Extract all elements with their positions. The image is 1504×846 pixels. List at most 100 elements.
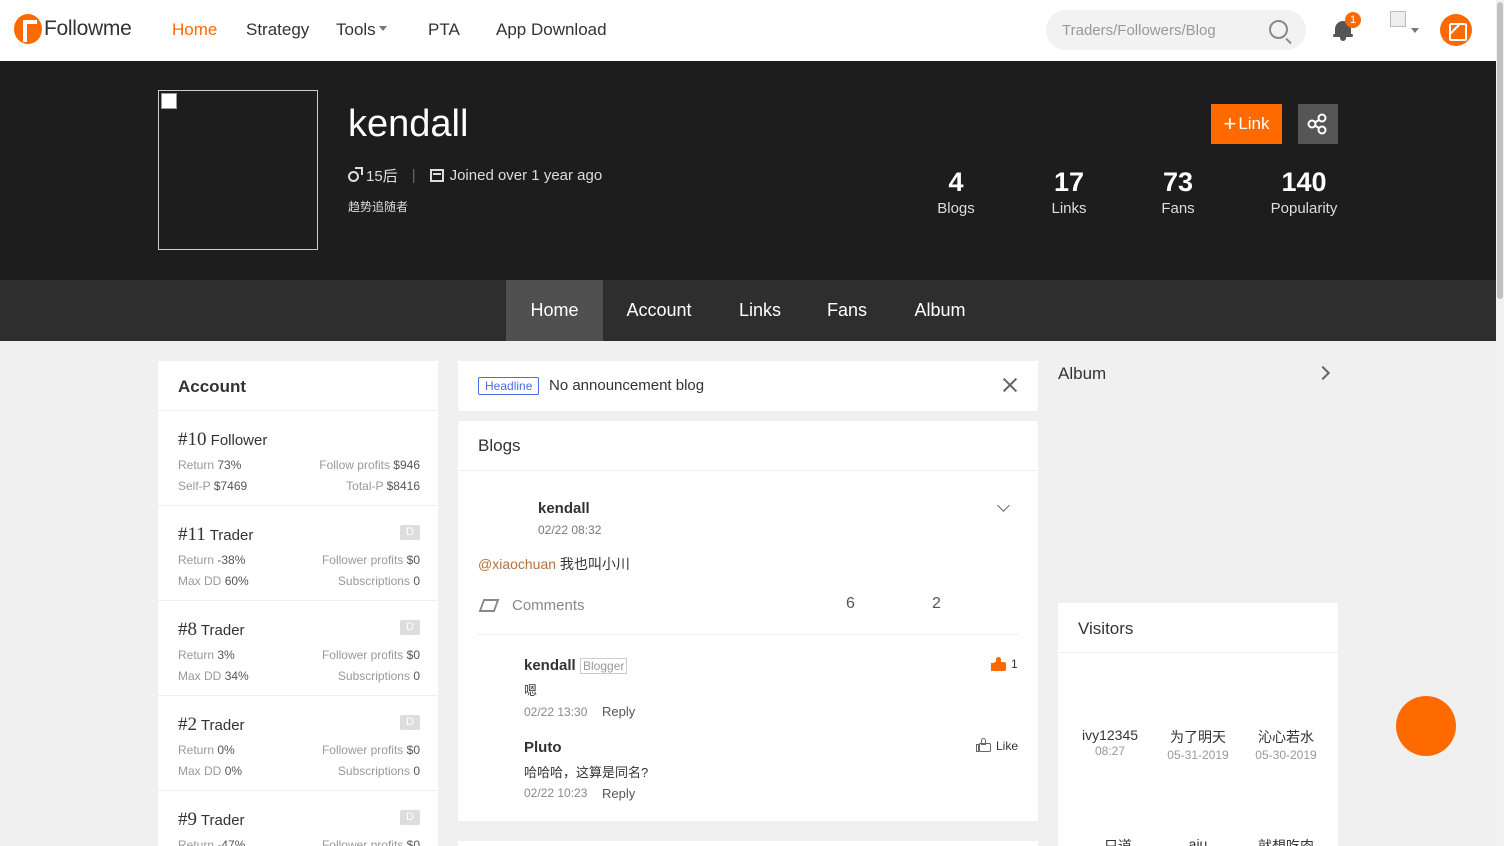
stat-fans[interactable]: 73 Fans (1148, 166, 1208, 217)
comments-label[interactable]: Comments (512, 597, 585, 614)
label: Max DD (178, 669, 222, 683)
demo-badge: D (400, 620, 420, 635)
visitor-item[interactable]: ivy12345 08:27 (1065, 727, 1155, 758)
account-rank: #11 Trader (178, 524, 253, 546)
next-card (458, 841, 1038, 846)
label: Follow profits (319, 458, 390, 472)
chevron-down-icon[interactable] (1411, 28, 1419, 33)
chevron-down-icon[interactable] (997, 499, 1010, 512)
visitor-item[interactable]: 就想吃肉 (1241, 836, 1331, 846)
followme-logo[interactable]: Followme (14, 14, 132, 44)
account-item[interactable]: #11 Trader D Return -38% Follower profit… (158, 505, 438, 600)
label: Return (178, 743, 215, 757)
nav-tools-label: Tools (336, 20, 376, 39)
rank-number: #11 (178, 524, 206, 545)
account-item[interactable]: #2 Trader D Return 0% Follower profits $… (158, 695, 438, 790)
reply-author[interactable]: Pluto (524, 739, 562, 756)
account-role: Trader (200, 622, 245, 639)
value: 0 (413, 574, 420, 588)
scrollbar-thumb[interactable] (1497, 2, 1503, 299)
demo-badge: D (400, 715, 420, 730)
thumbs-up-icon[interactable] (991, 657, 1006, 671)
tab-fans[interactable]: Fans (816, 280, 878, 341)
nav-strategy[interactable]: Strategy (246, 20, 309, 40)
nav-pta[interactable]: PTA (428, 20, 460, 40)
account-rank: #2 Trader (178, 714, 245, 736)
page-scrollbar[interactable] (1496, 0, 1504, 846)
post-count[interactable]: 2 (932, 595, 941, 613)
visitor-name: 沁心若水 (1258, 729, 1314, 745)
mention-link[interactable]: @xiaochuan (478, 556, 556, 572)
like-button[interactable]: Like (996, 739, 1018, 753)
stat-blogs[interactable]: 4 Blogs (926, 166, 986, 217)
close-icon[interactable] (1000, 375, 1020, 395)
visitor-item[interactable]: 为了明天 05-31-2019 (1153, 727, 1243, 762)
account-item[interactable]: #9 Trader D Return -47% Follower profits… (158, 790, 438, 846)
visitor-time: 08:27 (1094, 744, 1126, 758)
visitor-item[interactable]: 沁心若水 05-30-2019 (1241, 727, 1331, 762)
label: Return (178, 838, 215, 846)
album-title[interactable]: Album (1058, 364, 1106, 384)
tab-home[interactable]: Home (506, 280, 603, 341)
profile-age-group: 15后 (366, 168, 398, 185)
account-line: Self-P $7469 Total-P $8416 (178, 479, 420, 493)
search-icon[interactable] (1269, 20, 1288, 39)
visitor-name: ivy12345 (1081, 727, 1139, 743)
profile-joined: Joined over 1 year ago (449, 167, 603, 184)
tab-account[interactable]: Account (614, 280, 704, 341)
account-rank: #9 Trader (178, 809, 245, 831)
stat-label: Links (1051, 200, 1087, 217)
post-author[interactable]: kendall (538, 500, 590, 517)
value: $0 (406, 553, 420, 567)
post-count[interactable]: 6 (846, 595, 855, 613)
broken-image-icon (161, 93, 177, 109)
stat-label: Blogs (937, 200, 975, 217)
label: Follower profits (321, 648, 404, 662)
floating-action-button[interactable] (1396, 696, 1456, 756)
value: -47% (217, 838, 246, 846)
reply-time: 02/22 13:30 (524, 705, 588, 719)
rank-number: #10 (178, 429, 207, 450)
reply-button[interactable]: Reply (602, 704, 635, 719)
chevron-right-icon[interactable] (1315, 365, 1331, 381)
share-button[interactable] (1298, 104, 1338, 144)
nav-tools[interactable]: Tools (336, 20, 387, 40)
calendar-icon (429, 169, 444, 182)
rank-number: #8 (178, 619, 197, 640)
link-button[interactable]: + Link (1211, 104, 1282, 144)
label: Follower profits (321, 743, 404, 757)
value: $946 (393, 458, 420, 472)
write-post-button[interactable] (1440, 14, 1472, 46)
stat-links[interactable]: 17 Links (1039, 166, 1099, 217)
nav-app-download[interactable]: App Download (496, 20, 607, 40)
logo-icon (14, 14, 42, 44)
divider (478, 634, 1018, 635)
account-title: Account (178, 377, 246, 396)
search-input[interactable] (1046, 10, 1256, 50)
visitor-item[interactable]: 只道 (1073, 836, 1163, 846)
logo-text: Followme (44, 17, 132, 40)
label: Return (178, 553, 215, 567)
tab-album[interactable]: Album (900, 280, 980, 341)
account-line: Return 73% Follow profits $946 (178, 458, 420, 472)
headline-bar: Headline No announcement blog (458, 361, 1038, 411)
top-nav: Followme Home Strategy Tools PTA App Dow… (0, 0, 1496, 61)
reply-author[interactable]: kendall (524, 657, 576, 674)
tab-links[interactable]: Links (724, 280, 796, 341)
user-avatar[interactable] (1390, 11, 1406, 27)
visitor-item[interactable]: aiu (1153, 836, 1243, 846)
label: Follower profits (321, 838, 404, 846)
nav-home[interactable]: Home (172, 20, 217, 40)
account-item[interactable]: #8 Trader D Return 3% Follower profits $… (158, 600, 438, 695)
value: $0 (406, 743, 420, 757)
reply-button[interactable]: Reply (602, 786, 635, 801)
rank-number: #2 (178, 714, 197, 735)
edit-icon[interactable] (478, 599, 500, 612)
like-count: 1 (1011, 657, 1018, 671)
thumbs-up-icon[interactable] (976, 738, 991, 752)
value: -38% (217, 553, 246, 567)
label: Follower profits (321, 553, 404, 567)
account-item[interactable]: #10 Follower Return 73% Follow profits $… (158, 410, 438, 505)
label: Return (178, 648, 215, 662)
account-line: Return -38% Follower profits $0 (178, 553, 420, 567)
